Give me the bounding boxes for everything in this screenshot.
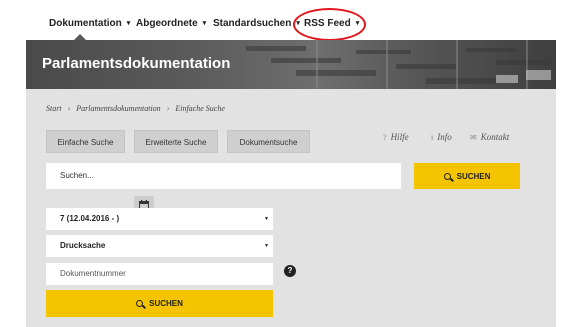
legislative-period-value: 7 (12.04.2016 - ) (60, 214, 120, 223)
top-navigation: Dokumentation ▾ Abgeordnete ▾ Standardsuch… (0, 0, 580, 40)
breadcrumb-link-parlamentsdokumentation[interactable]: Parlamentsdokumentation (76, 104, 160, 113)
search-button[interactable]: SUCHEN (414, 163, 520, 189)
annotation-circle (293, 8, 366, 41)
breadcrumb-link-start[interactable]: Start (46, 104, 62, 113)
filter-search-button-label: SUCHEN (149, 299, 183, 308)
search-button-label: SUCHEN (456, 171, 491, 181)
page-banner: Parlamentsdokumentation (26, 40, 556, 89)
tab-einfache-suche[interactable]: Einfache Suche (46, 130, 125, 153)
question-mark-icon[interactable]: ? (284, 265, 296, 277)
document-type-value: Drucksache (60, 241, 106, 250)
help-icon: ? (383, 133, 387, 142)
dropdown-arrow-icon: ▼ (264, 216, 269, 222)
info-link[interactable]: i Info (431, 132, 452, 142)
breadcrumb-separator: › (67, 104, 71, 113)
search-icon (443, 172, 451, 180)
document-number-input[interactable]: Dokumentnummer (46, 263, 273, 285)
legislative-period-select[interactable]: 7 (12.04.2016 - ) ▼ (46, 208, 273, 230)
nav-label: Dokumentation (49, 18, 122, 29)
help-link[interactable]: ? Hilfe (383, 132, 409, 142)
nav-label: Standardsuchen (213, 18, 292, 29)
dropdown-arrow-icon: ▼ (264, 243, 269, 249)
contact-link[interactable]: ✉ Kontakt (470, 132, 509, 142)
filter-search-button[interactable]: SUCHEN (46, 290, 273, 317)
search-input[interactable]: Suchen... (46, 163, 401, 189)
help-label: Hilfe (390, 132, 409, 142)
breadcrumb-current: Einfache Suche (175, 104, 225, 113)
nav-label: Abgeordnete (136, 18, 198, 29)
breadcrumb-separator: › (166, 104, 170, 113)
info-icon: i (431, 133, 434, 142)
chevron-down-icon: ▾ (202, 20, 207, 27)
mail-icon: ✉ (470, 133, 477, 142)
search-icon (136, 300, 144, 307)
nav-item-dokumentation[interactable]: Dokumentation ▾ (49, 18, 130, 29)
page-title: Parlamentsdokumentation (42, 55, 231, 72)
nav-item-abgeordnete[interactable]: Abgeordnete ▾ (136, 18, 206, 29)
chevron-down-icon: ▾ (126, 20, 131, 27)
document-type-select[interactable]: Drucksache ▼ (46, 235, 273, 257)
contact-label: Kontakt (480, 132, 510, 142)
search-panel: Start › Parlamentsdokumentation › Einfac… (26, 89, 556, 327)
tab-erweiterte-suche[interactable]: Erweiterte Suche (134, 130, 218, 153)
nav-item-standardsuchen[interactable]: Standardsuchen ▾ (213, 18, 300, 29)
tab-dokumentsuche[interactable]: Dokumentsuche (227, 130, 310, 153)
breadcrumb: Start › Parlamentsdokumentation › Einfac… (46, 104, 229, 113)
info-label: Info (437, 132, 452, 142)
